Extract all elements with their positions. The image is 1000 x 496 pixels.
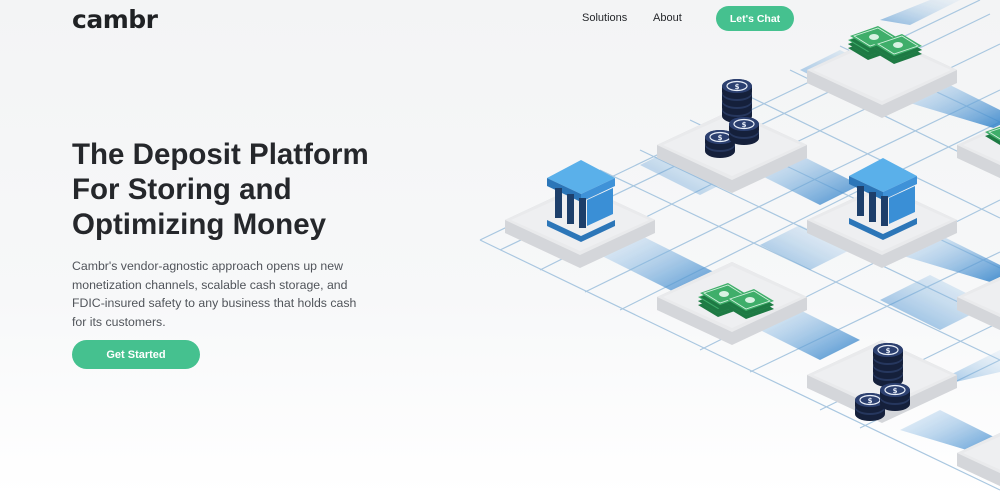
logo[interactable]: cambr (72, 6, 158, 34)
hero-title: The Deposit Platform For Storing and Opt… (72, 138, 369, 241)
platform-illustration: $ (479, 0, 1000, 496)
hero-description: Cambr's vendor-agnostic approach opens u… (72, 259, 357, 329)
get-started-button[interactable]: Get Started (72, 340, 200, 369)
